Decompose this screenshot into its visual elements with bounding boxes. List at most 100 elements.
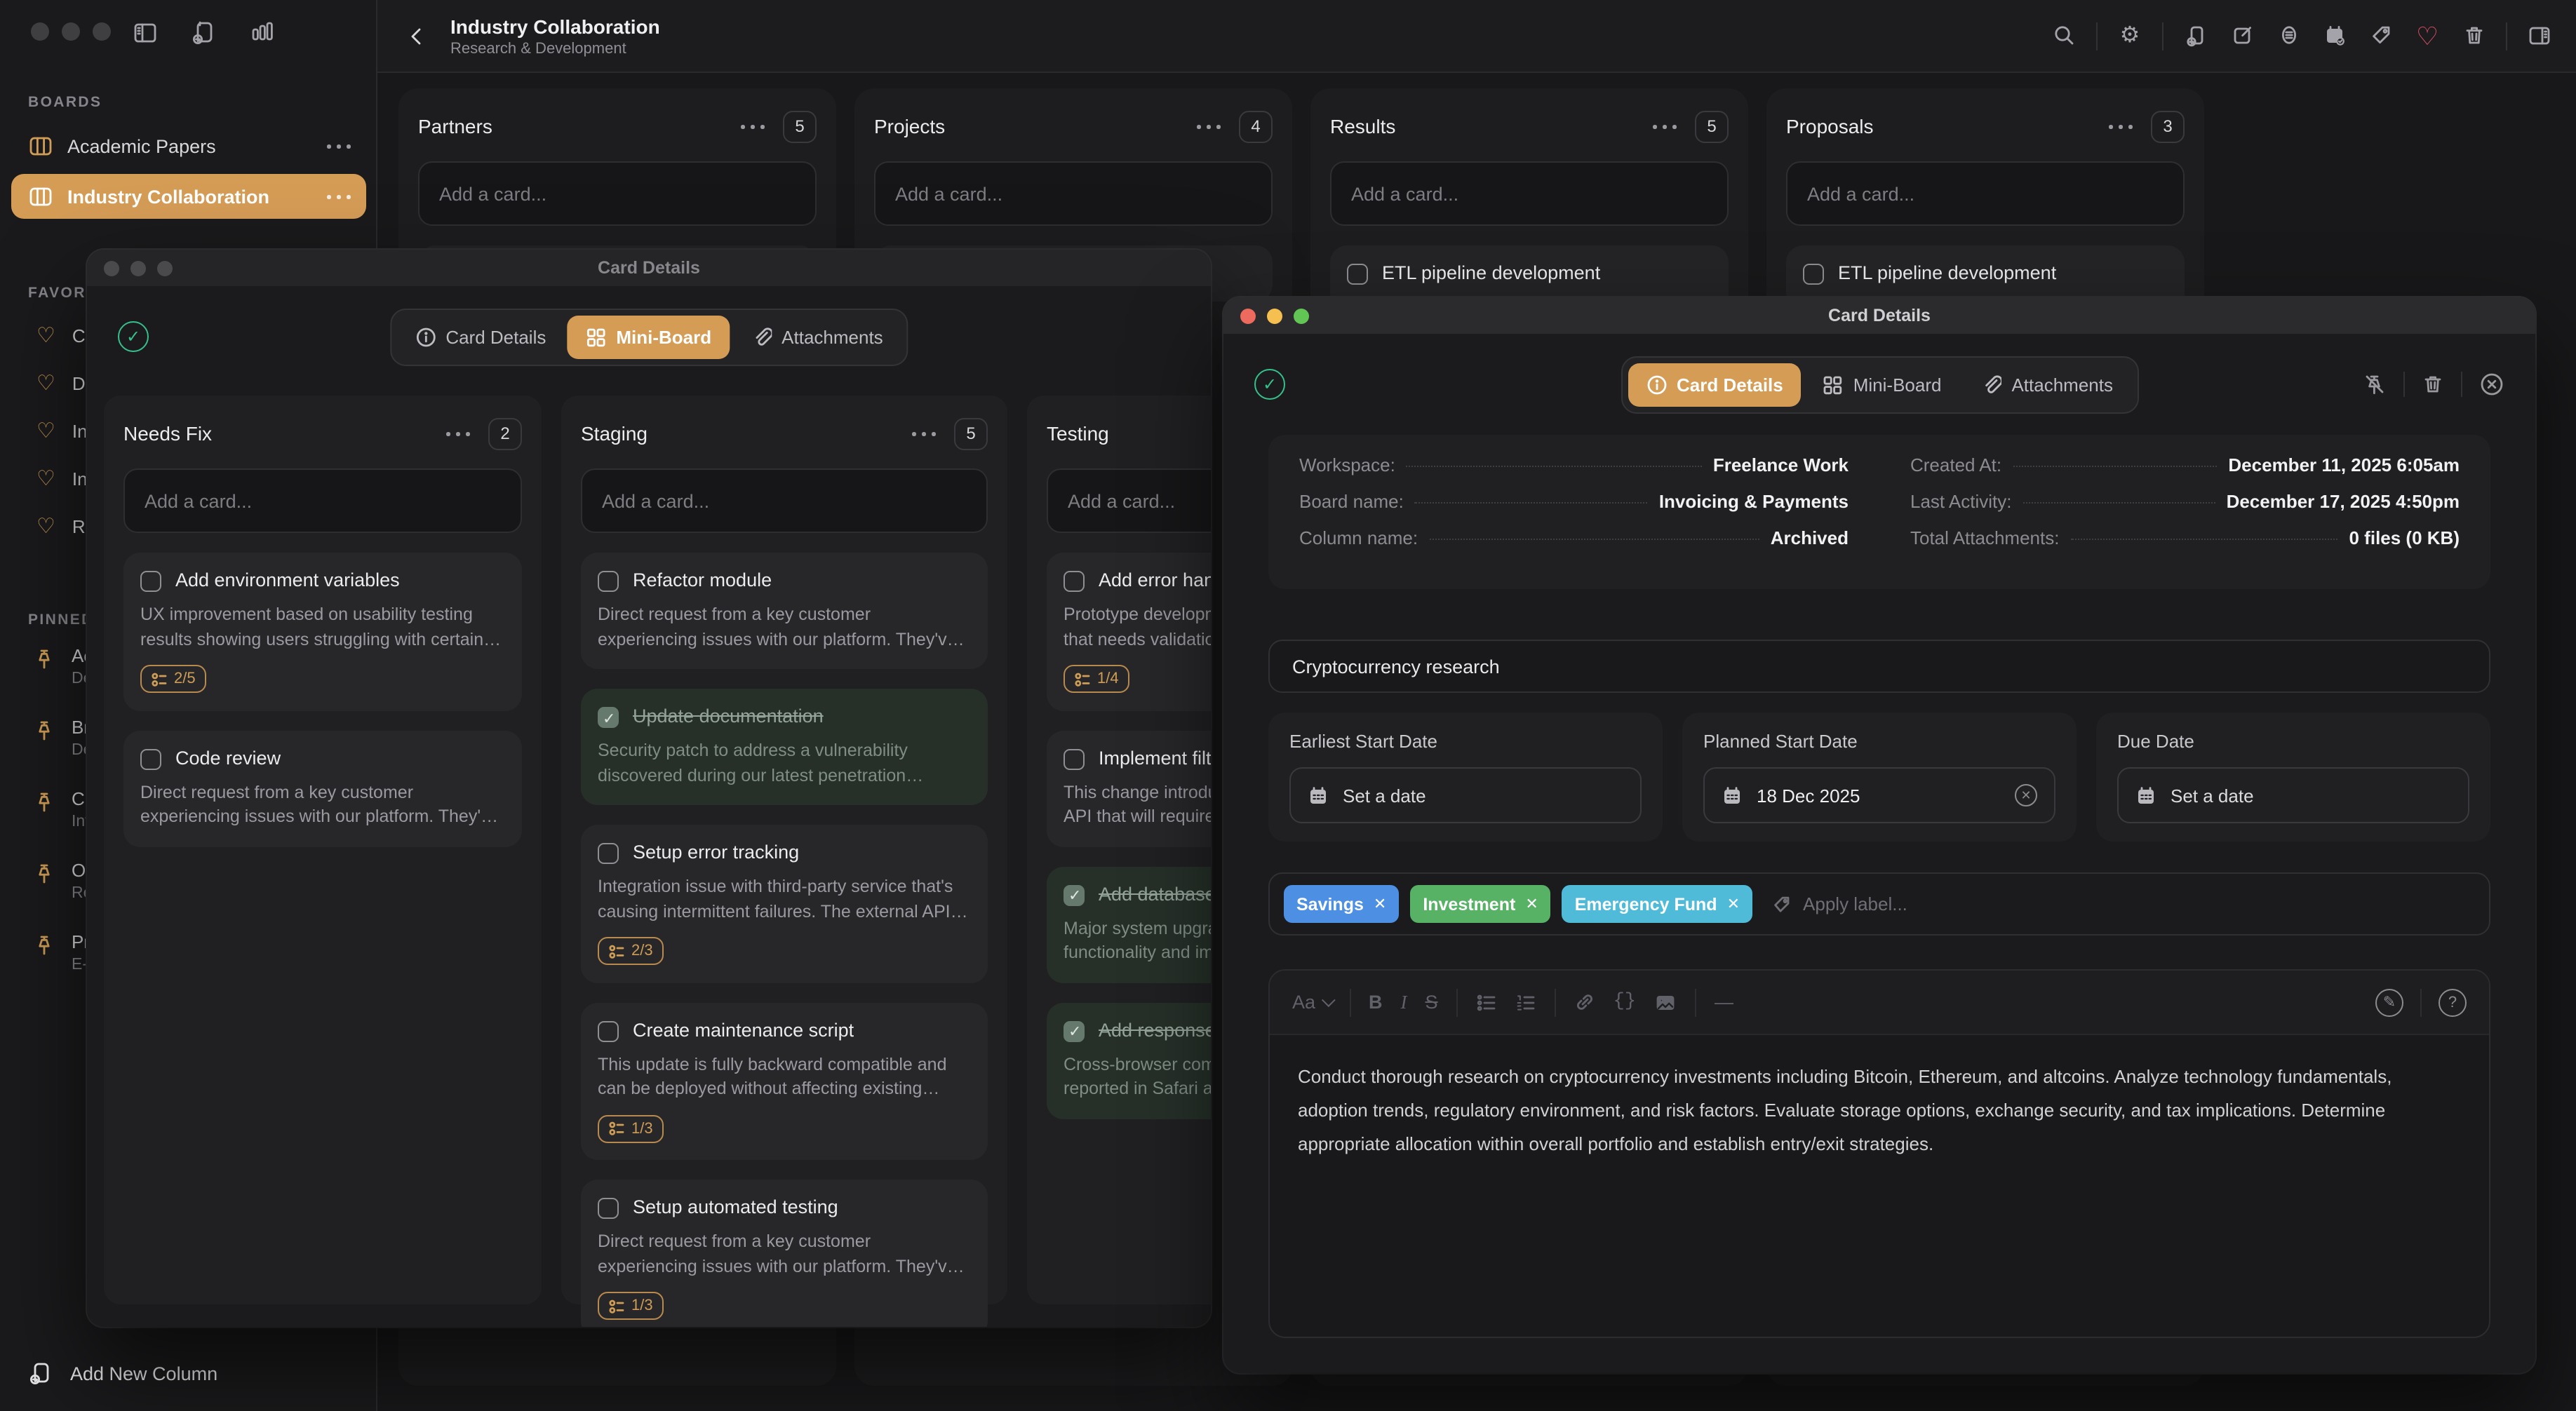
description-text[interactable]: Conduct thorough research on cryptocurre…: [1270, 1035, 2489, 1187]
mini-card-done[interactable]: Add database Major system upgra function…: [1047, 866, 1211, 983]
card-title-input[interactable]: Cryptocurrency research: [1268, 640, 2490, 693]
modal-title-bar[interactable]: Card Details: [1223, 297, 2535, 334]
mini-card[interactable]: Implement filt This change introdu API t…: [1047, 730, 1211, 846]
apply-label-input[interactable]: Apply label...: [1772, 893, 1907, 914]
complete-check-icon[interactable]: ✓: [1254, 369, 1285, 400]
filter-icon[interactable]: [2274, 22, 2302, 50]
window-zoom-dot[interactable]: [93, 22, 111, 41]
tag-icon[interactable]: [2367, 22, 2395, 50]
window-minimize-dot[interactable]: [62, 22, 80, 41]
mini-card-done[interactable]: Add response Cross-browser com reported …: [1047, 1002, 1211, 1119]
mini-card[interactable]: Refactor module Direct request from a ke…: [581, 553, 988, 669]
strikethrough-button[interactable]: S: [1425, 992, 1438, 1013]
window-controls[interactable]: [104, 260, 173, 276]
add-card-input[interactable]: [123, 468, 522, 533]
earliest-start-date-picker[interactable]: Set a date: [1289, 767, 1642, 823]
add-card-input[interactable]: [418, 161, 817, 226]
marker-pen-icon[interactable]: ✎: [2375, 988, 2403, 1016]
card-checkbox[interactable]: [1803, 264, 1824, 285]
link-icon[interactable]: [1574, 992, 1595, 1013]
card-checkbox[interactable]: [1064, 748, 1085, 769]
label-chip-emergency-fund[interactable]: Emergency Fund✕: [1562, 885, 1752, 923]
column-menu-icon[interactable]: [1653, 123, 1678, 129]
text-style-dropdown[interactable]: Aa: [1292, 992, 1331, 1013]
favorite-item[interactable]: ♡R: [36, 513, 95, 539]
unpin-icon[interactable]: [2363, 372, 2387, 396]
card-checkbox-checked[interactable]: [1064, 1020, 1085, 1041]
search-icon[interactable]: [2050, 22, 2078, 50]
tab-attachments[interactable]: Attachments: [732, 315, 901, 358]
bullet-list-icon[interactable]: [1476, 992, 1497, 1012]
column-menu-icon[interactable]: [446, 431, 471, 436]
back-button[interactable]: [397, 16, 436, 55]
column-menu-icon[interactable]: [741, 123, 766, 129]
chart-bars-icon[interactable]: [247, 17, 278, 48]
card-checkbox[interactable]: [598, 571, 619, 592]
trash-icon[interactable]: [2422, 373, 2444, 396]
card-checkbox[interactable]: [598, 1198, 619, 1219]
mini-card[interactable]: Setup automated testing Direct request f…: [581, 1180, 988, 1327]
column-menu-icon[interactable]: [2109, 123, 2134, 129]
numbered-list-icon[interactable]: [1515, 992, 1536, 1012]
card-checkbox[interactable]: [598, 843, 619, 864]
card-checkbox[interactable]: [140, 571, 161, 592]
italic-button[interactable]: I: [1401, 991, 1407, 1013]
tab-mini-board[interactable]: Mini-Board: [567, 315, 730, 358]
minimize-dot[interactable]: [1267, 308, 1282, 323]
window-controls[interactable]: [1240, 308, 1309, 323]
bold-button[interactable]: B: [1369, 992, 1383, 1013]
remove-label-icon[interactable]: ✕: [1727, 895, 1740, 913]
remove-label-icon[interactable]: ✕: [1525, 895, 1538, 913]
due-date-picker[interactable]: Set a date: [2117, 767, 2469, 823]
zoom-dot[interactable]: [1294, 308, 1309, 323]
sidebar-board-academic-papers[interactable]: Academic Papers: [11, 123, 366, 168]
card-checkbox[interactable]: [140, 748, 161, 769]
mini-card[interactable]: Add error han Prototype developm that ne…: [1047, 553, 1211, 710]
close-icon[interactable]: [2479, 372, 2504, 397]
modal-title-bar[interactable]: Card Details: [87, 250, 1211, 286]
favorite-heart-icon[interactable]: ♡: [2413, 22, 2441, 50]
tab-mini-board[interactable]: Mini-Board: [1804, 363, 1960, 406]
board-menu-icon[interactable]: [327, 143, 352, 149]
mini-card[interactable]: Setup error tracking Integration issue w…: [581, 825, 988, 983]
trash-icon[interactable]: [2460, 22, 2488, 50]
remove-label-icon[interactable]: ✕: [1374, 895, 1386, 913]
mini-card-done[interactable]: Update documentation Security patch to a…: [581, 689, 988, 805]
tab-attachments[interactable]: Attachments: [1962, 363, 2131, 406]
clear-date-icon[interactable]: ✕: [2015, 784, 2037, 806]
add-card-input[interactable]: [1786, 161, 2185, 226]
image-icon[interactable]: [1654, 992, 1677, 1012]
mini-card[interactable]: Code review Direct request from a key cu…: [123, 730, 522, 846]
window-close-dot[interactable]: [31, 22, 49, 41]
card-checkbox[interactable]: [1347, 264, 1368, 285]
card-checkbox-checked[interactable]: [598, 707, 619, 728]
help-icon[interactable]: ?: [2439, 988, 2467, 1016]
card-checkbox-checked[interactable]: [1064, 884, 1085, 905]
favorite-item[interactable]: ♡In: [36, 466, 95, 491]
code-braces-button[interactable]: {}: [1614, 992, 1636, 1013]
column-menu-icon[interactable]: [1197, 123, 1222, 129]
add-card-input[interactable]: [874, 161, 1273, 226]
settings-gear-icon[interactable]: ⚙: [2116, 22, 2144, 50]
favorite-item[interactable]: ♡D: [36, 370, 95, 396]
mini-card[interactable]: Create maintenance script This update is…: [581, 1002, 988, 1160]
add-new-column-button[interactable]: Add New Column: [28, 1361, 217, 1386]
label-chip-investment[interactable]: Investment✕: [1410, 885, 1550, 923]
sidebar-board-industry-collaboration[interactable]: Industry Collaboration: [11, 174, 366, 219]
complete-check-icon[interactable]: ✓: [118, 321, 149, 352]
add-board-icon[interactable]: [188, 17, 219, 48]
add-card-input[interactable]: [1047, 468, 1211, 533]
planned-start-date-picker[interactable]: 18 Dec 2025 ✕: [1703, 767, 2055, 823]
tab-card-details[interactable]: Card Details: [1628, 363, 1802, 406]
close-dot[interactable]: [1240, 308, 1256, 323]
calendar-check-icon[interactable]: [2321, 22, 2349, 50]
right-panel-toggle-icon[interactable]: [2525, 22, 2554, 50]
add-card-icon[interactable]: [2182, 22, 2210, 50]
mini-card[interactable]: Add environment variables UX improvement…: [123, 553, 522, 710]
label-chip-savings[interactable]: Savings✕: [1284, 885, 1399, 923]
tab-card-details[interactable]: Card Details: [396, 315, 564, 358]
board-menu-icon[interactable]: [327, 194, 352, 199]
card-checkbox[interactable]: [598, 1020, 619, 1041]
left-panel-toggle-icon[interactable]: [129, 17, 160, 48]
favorite-item[interactable]: ♡In: [36, 418, 95, 443]
